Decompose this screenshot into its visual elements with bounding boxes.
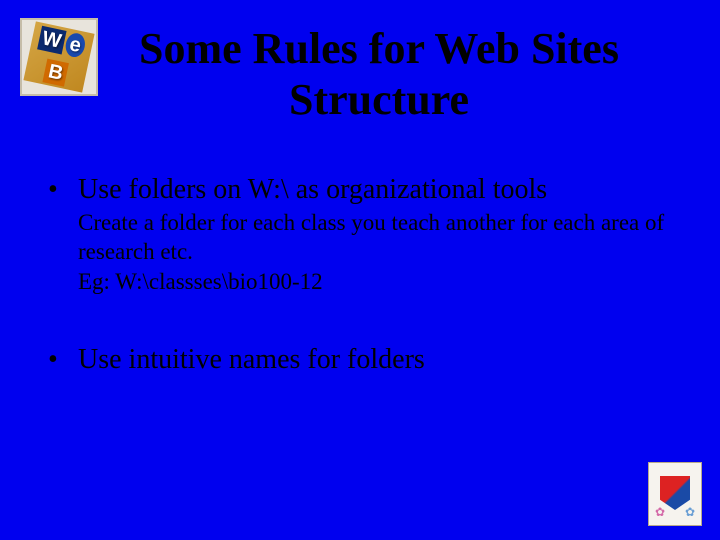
bullet-body: Use folders on W:\ as organizational too…: [78, 173, 680, 297]
web-logo: W e B: [20, 18, 98, 96]
crest-icon: ✿ ✿: [657, 472, 693, 516]
logo-letter-e: e: [64, 31, 88, 58]
bullet-marker: •: [48, 173, 78, 297]
bullet-marker: •: [48, 343, 78, 377]
slide-content: • Use folders on W:\ as organizational t…: [0, 125, 720, 376]
bullet-item: • Use folders on W:\ as organizational t…: [48, 173, 680, 297]
slide-header: W e B Some Rules for Web Sites Structure: [0, 0, 720, 125]
logo-letter-w: W: [37, 25, 66, 54]
web-logo-inner: W e B: [23, 21, 94, 92]
bullet-body: Use intuitive names for folders: [78, 343, 680, 377]
flower-icon: ✿: [655, 505, 665, 520]
bullet-main-text: Use intuitive names for folders: [78, 343, 680, 377]
bullet-sub-text: Eg: W:\classses\bio100-12: [78, 266, 680, 297]
spacer: [48, 305, 680, 343]
school-crest-logo: ✿ ✿: [648, 462, 702, 526]
bullet-main-text: Use folders on W:\ as organizational too…: [78, 173, 680, 207]
logo-letter-b: B: [42, 58, 69, 86]
flower-icon: ✿: [685, 505, 695, 520]
bullet-sub-text: Create a folder for each class you teach…: [78, 207, 680, 267]
bullet-item: • Use intuitive names for folders: [48, 343, 680, 377]
slide-title: Some Rules for Web Sites Structure: [98, 18, 700, 125]
